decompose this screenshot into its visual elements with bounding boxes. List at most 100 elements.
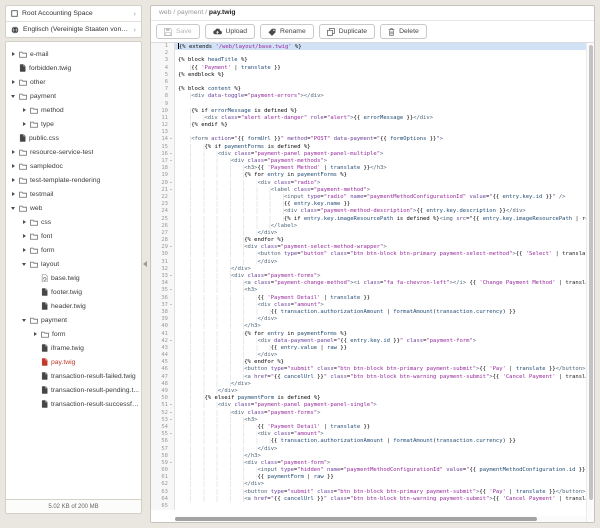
duplicate-button[interactable]: Duplicate: [319, 24, 375, 39]
caret-right-icon[interactable]: [22, 233, 27, 239]
tree-folder-type[interactable]: type: [6, 117, 141, 131]
code-text[interactable]: <button type="button" class="btn btn-blo…: [175, 251, 587, 258]
code-text[interactable]: {{ 'Payment Detail' | translate }}: [175, 424, 587, 431]
caret-right-icon[interactable]: [11, 163, 16, 169]
caret-down-icon[interactable]: [11, 93, 16, 99]
code-text[interactable]: <div data-payment-panel="{{ entry.key.id…: [175, 338, 587, 345]
code-text[interactable]: </div>: [175, 388, 587, 395]
code-line-38[interactable]: 38 {{ transaction.authorizationAmount | …: [151, 309, 587, 316]
code-line-48[interactable]: 48 </div>: [151, 381, 587, 388]
code-line-26[interactable]: 26 </label>: [151, 223, 587, 230]
code-line-30[interactable]: 30 <button type="button" class="btn btn-…: [151, 251, 587, 258]
fold-marker[interactable]: -: [168, 136, 174, 143]
code-line-40[interactable]: 40 </h3>: [151, 323, 587, 330]
file-tree[interactable]: e-mailforbidden.twigotherpaymentmethodty…: [6, 42, 141, 499]
code-line-3[interactable]: 3{% block headTitle %}: [151, 57, 587, 64]
language-selector[interactable]: Englisch (Vereinigte Staaten von Ame... …: [6, 21, 141, 37]
caret-right-icon[interactable]: [11, 79, 16, 85]
horizontal-scrollbar-thumb[interactable]: [175, 517, 537, 521]
fold-marker[interactable]: -: [168, 338, 174, 345]
tree-file-public.css[interactable]: public.css: [6, 131, 141, 145]
code-text[interactable]: <div class="alert alert-danger" role="al…: [175, 115, 587, 122]
code-line-64[interactable]: 64 <a href="{{ cancelUrl }}" class="btn …: [151, 496, 587, 503]
code-line-36[interactable]: 36 {{ 'Payment Detail' | translate }}: [151, 295, 587, 302]
code-text[interactable]: <div class="payment-form">: [175, 460, 587, 467]
code-text[interactable]: <div class="payment-forms">: [175, 273, 587, 280]
code-line-2[interactable]: 2: [151, 50, 587, 57]
code-text[interactable]: <h3>: [175, 287, 587, 294]
code-line-31[interactable]: 31 </div>: [151, 259, 587, 266]
code-text[interactable]: [175, 101, 587, 108]
code-line-20[interactable]: 20- <div class="radio">: [151, 180, 587, 187]
code-line-14[interactable]: 14- <form action="{{ formUrl }}" method=…: [151, 136, 587, 143]
tree-file-pay.twig[interactable]: pay.twig: [6, 355, 141, 369]
code-text[interactable]: <div class="radio">: [175, 180, 587, 187]
code-text[interactable]: {% endif %}: [175, 122, 587, 129]
code-text[interactable]: {{ transaction.authorizationAmount | for…: [175, 438, 587, 445]
code-text[interactable]: {% for entry in paymentForms %}: [175, 331, 587, 338]
code-text[interactable]: {% endfor %}: [175, 359, 587, 366]
fold-marker[interactable]: -: [168, 158, 174, 165]
tree-folder-method[interactable]: method: [6, 103, 141, 117]
fold-marker[interactable]: -: [168, 187, 174, 194]
code-text[interactable]: <div class="payment-forms">: [175, 410, 587, 417]
code-text[interactable]: {% block headTitle %}: [175, 57, 587, 64]
code-line-7[interactable]: 7{% block content %}: [151, 86, 587, 93]
code-text[interactable]: {{ 'Payment Detail' | translate }}: [175, 295, 587, 302]
tree-folder-font[interactable]: font: [6, 229, 141, 243]
code-line-44[interactable]: 44 </div>: [151, 352, 587, 359]
code-text[interactable]: <form action="{{ formUrl }}" method="POS…: [175, 136, 587, 143]
code-text[interactable]: {% elseif paymentForm is defined %}: [175, 395, 587, 402]
fold-marker[interactable]: -: [168, 431, 174, 438]
code-text[interactable]: {% if errorMessage is defined %}: [175, 108, 587, 115]
code-text[interactable]: {{ 'Payment' | translate }}: [175, 65, 587, 72]
code-line-34[interactable]: 34 <a class="payment-change-method"><i c…: [151, 280, 587, 287]
tree-folder-css[interactable]: css: [6, 215, 141, 229]
vertical-scrollbar-thumb[interactable]: [589, 45, 594, 500]
code-line-27[interactable]: 27 </div>: [151, 230, 587, 237]
code-line-57[interactable]: 57 </div>: [151, 446, 587, 453]
code-line-17[interactable]: 17- <div class="payment-methods">: [151, 158, 587, 165]
code-text[interactable]: [175, 129, 587, 136]
code-text[interactable]: <div class="payment-panel payment-panel-…: [175, 402, 587, 409]
caret-right-icon[interactable]: [22, 219, 27, 225]
fold-marker[interactable]: -: [168, 180, 174, 187]
code-text[interactable]: {% for entry in paymentForms %}: [175, 172, 587, 179]
tree-file-footer.twig[interactable]: footer.twig: [6, 285, 141, 299]
code-text[interactable]: </div>: [175, 259, 587, 266]
code-line-47[interactable]: 47 <a href="{{ cancelUrl }}" class="btn …: [151, 374, 587, 381]
tree-file-transaction-result-failed.twig[interactable]: transaction-result-failed.twig: [6, 369, 141, 383]
code-line-16[interactable]: 16- <div class="payment-panel payment-pa…: [151, 151, 587, 158]
code-text[interactable]: </div>: [175, 316, 587, 323]
space-selector[interactable]: Root Accounting Space ›: [6, 6, 141, 21]
code-line-15[interactable]: 15 {% if paymentForms is defined %}: [151, 144, 587, 151]
code-line-54[interactable]: 54 {{ 'Payment Detail' | translate }}: [151, 424, 587, 431]
tree-folder-form[interactable]: form: [6, 327, 141, 341]
code-lines[interactable]: 1{% extends '/web/layout/base.twig' %}23…: [151, 43, 587, 522]
code-line-4[interactable]: 4 {{ 'Payment' | translate }}: [151, 65, 587, 72]
caret-right-icon[interactable]: [22, 121, 27, 127]
code-text[interactable]: <input type="hidden" name="paymentMethod…: [175, 467, 587, 474]
tree-file-base.twig[interactable]: base.twig: [6, 271, 141, 285]
tree-folder-resource-service-test[interactable]: resource-service-test: [6, 145, 141, 159]
tree-file-header.twig[interactable]: header.twig: [6, 299, 141, 313]
code-line-22[interactable]: 22 <input type="radio" name="paymentMeth…: [151, 194, 587, 201]
code-line-19[interactable]: 19 {% for entry in paymentForms %}: [151, 172, 587, 179]
code-line-1[interactable]: 1{% extends '/web/layout/base.twig' %}: [151, 43, 587, 50]
tree-folder-sampledoc[interactable]: sampledoc: [6, 159, 141, 173]
code-line-13[interactable]: 13: [151, 129, 587, 136]
code-line-56[interactable]: 56 {{ transaction.authorizationAmount | …: [151, 438, 587, 445]
code-line-65[interactable]: 65: [151, 503, 587, 510]
code-line-41[interactable]: 41 {% for entry in paymentForms %}: [151, 331, 587, 338]
code-text[interactable]: <h3>: [175, 417, 587, 424]
caret-right-icon[interactable]: [11, 191, 16, 197]
code-text[interactable]: {{ entry.value | raw }}: [175, 345, 587, 352]
code-text[interactable]: <a href="{{ cancelUrl }}" class="btn btn…: [175, 496, 587, 503]
code-text[interactable]: </div>: [175, 230, 587, 237]
caret-right-icon[interactable]: [11, 51, 16, 57]
code-text[interactable]: </h3>: [175, 453, 587, 460]
fold-marker[interactable]: -: [168, 302, 174, 309]
caret-down-icon[interactable]: [22, 261, 27, 267]
fold-marker[interactable]: -: [168, 417, 174, 424]
fold-marker[interactable]: -: [168, 410, 174, 417]
